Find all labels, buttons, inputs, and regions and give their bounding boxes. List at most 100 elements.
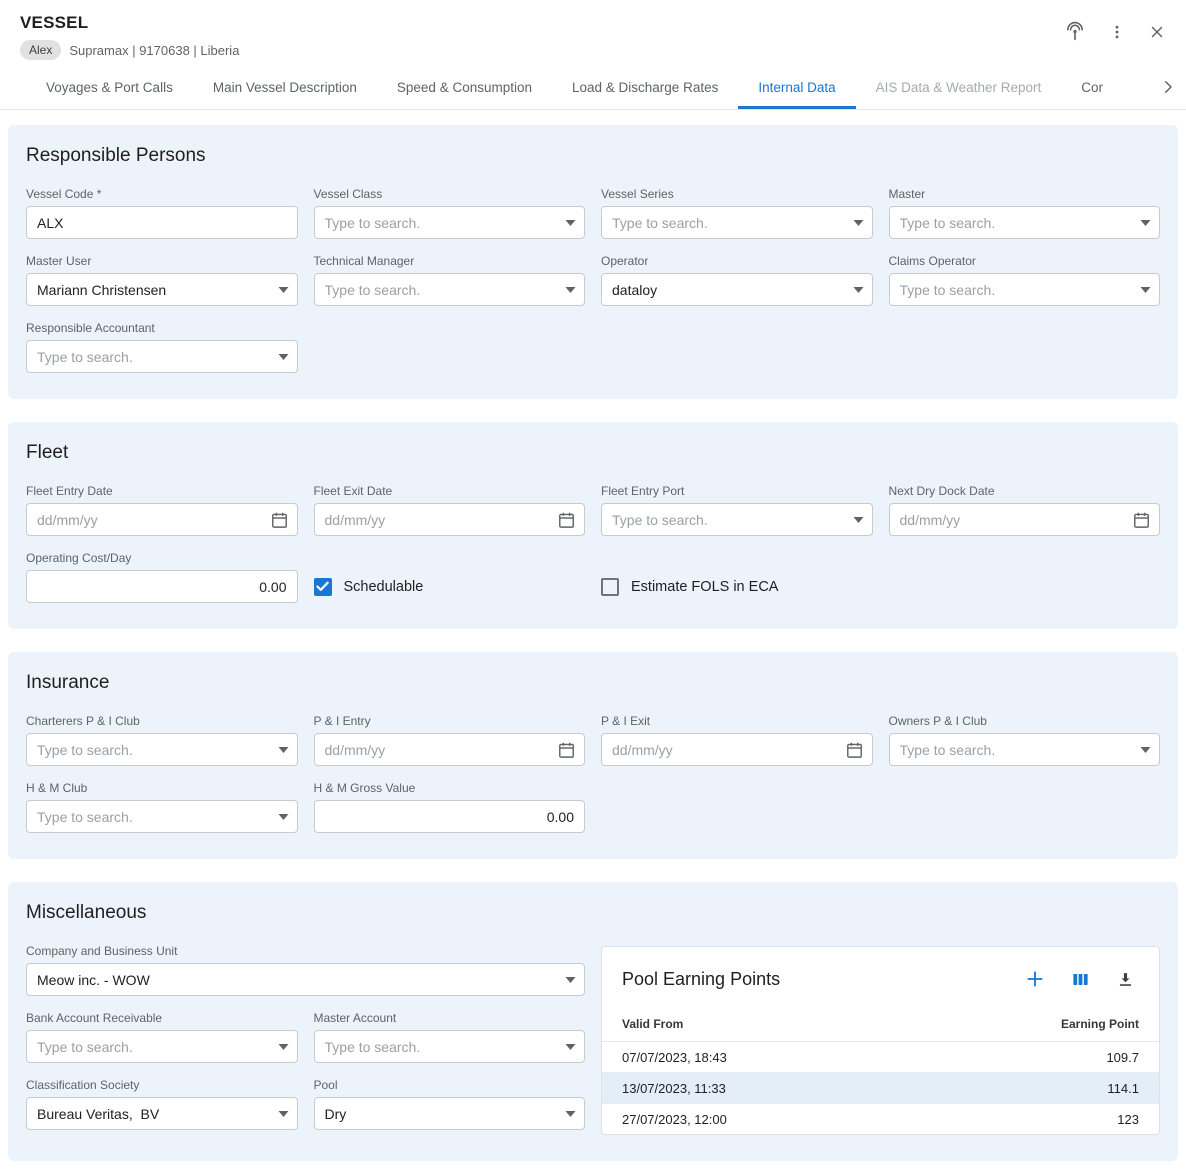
bank-account-receivable-label: Bank Account Receivable — [26, 1011, 298, 1025]
dropdown-caret-icon[interactable] — [1140, 746, 1151, 753]
p-and-i-exit-date-input[interactable] — [601, 733, 873, 766]
master-user-combobox[interactable] — [26, 273, 298, 306]
tab-voyages-port-calls[interactable]: Voyages & Port Calls — [26, 66, 193, 109]
h-and-m-club-combobox[interactable] — [26, 800, 298, 833]
tab-internal-data[interactable]: Internal Data — [738, 66, 855, 109]
pool-earning-points-header: Pool Earning Points — [602, 947, 1159, 1007]
grid-spacer — [889, 551, 1161, 603]
dropdown-caret-icon[interactable] — [853, 219, 864, 226]
vessel-series-combobox[interactable] — [601, 206, 873, 239]
field-company-and-business-unit: Company and Business Unit — [26, 944, 585, 996]
calendar-icon[interactable] — [270, 510, 289, 529]
fleet-exit-date-input[interactable] — [314, 503, 586, 536]
calendar-icon[interactable] — [557, 510, 576, 529]
claims-operator-label: Claims Operator — [889, 254, 1161, 268]
tab-speed-consumption[interactable]: Speed & Consumption — [377, 66, 552, 109]
pool-table-row[interactable]: 13/07/2023, 11:33 114.1 — [602, 1072, 1159, 1103]
field-next-dry-dock-date: Next Dry Dock Date — [889, 484, 1161, 536]
technical-manager-combobox[interactable] — [314, 273, 586, 306]
pool-earning-points-title: Pool Earning Points — [622, 969, 780, 990]
dropdown-caret-icon[interactable] — [1140, 286, 1151, 293]
tab-ais-data-weather-report[interactable]: AIS Data & Weather Report — [856, 66, 1062, 109]
p-and-i-entry-date-input[interactable] — [314, 733, 586, 766]
dropdown-caret-icon[interactable] — [565, 219, 576, 226]
dropdown-caret-icon[interactable] — [565, 976, 576, 983]
bank-account-receivable-combobox[interactable] — [26, 1030, 298, 1063]
earning-point-cell: 114.1 — [1107, 1081, 1139, 1096]
calendar-icon[interactable] — [557, 740, 576, 759]
dropdown-caret-icon[interactable] — [1140, 219, 1151, 226]
pool-table-row[interactable]: 27/07/2023, 12:00 123 — [602, 1103, 1159, 1134]
field-master-user: Master User — [26, 254, 298, 306]
tab-cor[interactable]: Cor — [1061, 66, 1123, 109]
calendar-icon[interactable] — [845, 740, 864, 759]
dropdown-caret-icon[interactable] — [565, 1043, 576, 1050]
checkbox-checked-icon — [314, 578, 332, 596]
kebab-menu-button[interactable] — [1104, 19, 1130, 45]
master-account-combobox[interactable] — [314, 1030, 586, 1063]
claims-operator-combobox[interactable] — [889, 273, 1161, 306]
chevron-right-icon — [1159, 78, 1177, 96]
field-master: Master — [889, 187, 1161, 239]
field-vessel-code: Vessel Code * — [26, 187, 298, 239]
vessel-code-input[interactable] — [26, 206, 298, 239]
tab-bar: Voyages & Port Calls Main Vessel Descrip… — [0, 66, 1186, 110]
valid-from-cell: 07/07/2023, 18:43 — [622, 1050, 727, 1065]
vessel-class-combobox[interactable] — [314, 206, 586, 239]
section-fleet: Fleet Fleet Entry Date Fleet Exit Date F… — [8, 422, 1178, 629]
classification-society-combobox[interactable] — [26, 1097, 298, 1130]
close-button[interactable] — [1144, 19, 1170, 45]
dropdown-caret-icon[interactable] — [853, 516, 864, 523]
vessel-subtitle: Supramax | 9170638 | Liberia — [69, 43, 239, 58]
company-and-business-unit-combobox[interactable] — [26, 963, 585, 996]
tab-load-discharge-rates[interactable]: Load & Discharge Rates — [552, 66, 738, 109]
broadcast-button[interactable] — [1060, 17, 1090, 47]
field-responsible-accountant: Responsible Accountant — [26, 321, 298, 373]
columns-view-button[interactable] — [1067, 966, 1094, 993]
add-earning-point-button[interactable] — [1021, 965, 1049, 993]
kebab-menu-icon — [1108, 23, 1126, 41]
page-title: VESSEL — [20, 13, 239, 33]
responsible-accountant-label: Responsible Accountant — [26, 321, 298, 335]
operator-combobox[interactable] — [601, 273, 873, 306]
operating-cost-day-input[interactable] — [26, 570, 298, 603]
master-combobox[interactable] — [889, 206, 1161, 239]
tab-main-vessel-description[interactable]: Main Vessel Description — [193, 66, 377, 109]
owners-p-and-i-club-combobox[interactable] — [889, 733, 1161, 766]
h-and-m-gross-value-input[interactable] — [314, 800, 586, 833]
download-button[interactable] — [1112, 966, 1139, 993]
column-header-valid-from: Valid From — [622, 1017, 683, 1031]
dropdown-caret-icon[interactable] — [278, 1110, 289, 1117]
estimate-fols-in-eca-checkbox[interactable]: Estimate FOLS in ECA — [601, 570, 873, 603]
tabs-scroll-right-button[interactable] — [1150, 66, 1186, 108]
next-dry-dock-date-input[interactable] — [889, 503, 1161, 536]
vessel-code-label: Vessel Code * — [26, 187, 298, 201]
dropdown-caret-icon[interactable] — [853, 286, 864, 293]
calendar-icon[interactable] — [1132, 510, 1151, 529]
pool-combobox[interactable] — [314, 1097, 586, 1130]
insurance-grid: Charterers P & I Club P & I Entry P & I … — [26, 714, 1160, 833]
fleet-entry-date-input[interactable] — [26, 503, 298, 536]
field-h-and-m-club: H & M Club — [26, 781, 298, 833]
field-charterers-p-and-i-club: Charterers P & I Club — [26, 714, 298, 766]
dropdown-caret-icon[interactable] — [278, 286, 289, 293]
estimate-fols-in-eca-checkbox-label: Estimate FOLS in ECA — [631, 579, 778, 595]
h-and-m-gross-value-label: H & M Gross Value — [314, 781, 586, 795]
dropdown-caret-icon[interactable] — [278, 1043, 289, 1050]
charterers-p-and-i-club-combobox[interactable] — [26, 733, 298, 766]
dropdown-caret-icon[interactable] — [565, 1110, 576, 1117]
p-and-i-exit-label: P & I Exit — [601, 714, 873, 728]
dropdown-caret-icon[interactable] — [565, 286, 576, 293]
responsible-accountant-combobox[interactable] — [26, 340, 298, 373]
section-insurance: Insurance Charterers P & I Club P & I En… — [8, 652, 1178, 859]
pool-table-row[interactable]: 07/07/2023, 18:43 109.7 — [602, 1041, 1159, 1072]
fleet-entry-port-combobox[interactable] — [601, 503, 873, 536]
dropdown-caret-icon[interactable] — [278, 746, 289, 753]
schedulable-checkbox[interactable]: Schedulable — [314, 570, 586, 603]
window-header: VESSEL Alex Supramax | 9170638 | Liberia — [0, 0, 1186, 66]
fleet-entry-port-label: Fleet Entry Port — [601, 484, 873, 498]
download-icon — [1116, 970, 1135, 989]
valid-from-cell: 13/07/2023, 11:33 — [622, 1081, 726, 1096]
dropdown-caret-icon[interactable] — [278, 813, 289, 820]
dropdown-caret-icon[interactable] — [278, 353, 289, 360]
